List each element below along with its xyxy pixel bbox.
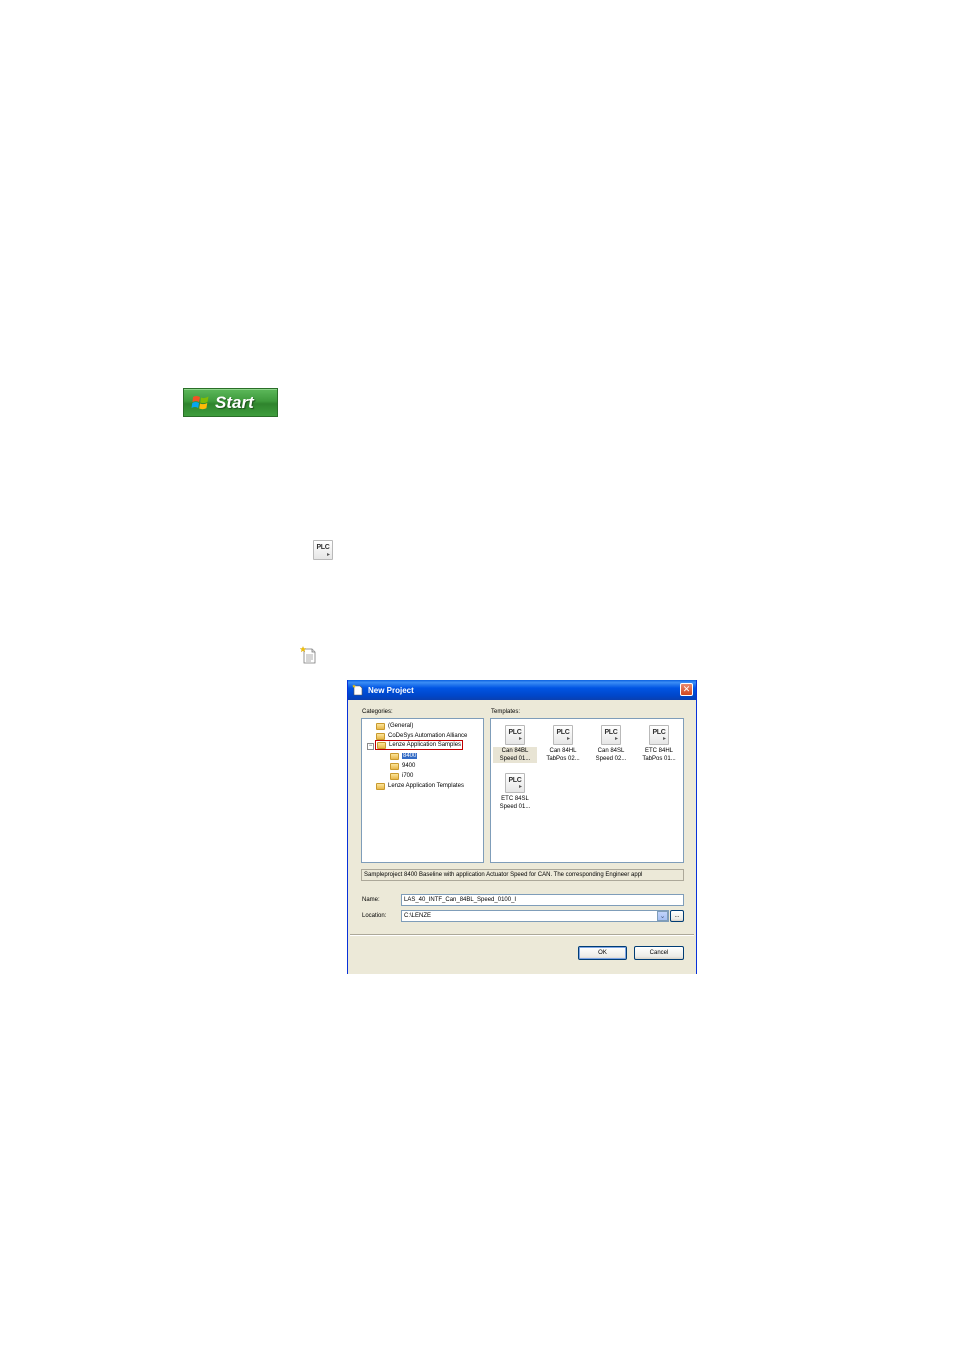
dialog-titlebar[interactable]: New Project ✕: [348, 680, 696, 700]
location-combobox[interactable]: C:\LENZE: [401, 910, 669, 922]
new-project-dialog: New Project ✕ Categories: Templates: (Ge…: [347, 680, 697, 974]
plc-icon: PLC ▸: [601, 725, 621, 745]
categories-tree[interactable]: (General) CoDeSys Automation Alliance − …: [361, 718, 484, 863]
folder-icon: [376, 782, 385, 790]
location-dropdown-button[interactable]: ⌄: [657, 911, 668, 921]
plc-icon: PLC ▸: [313, 540, 333, 560]
start-label: Start: [215, 392, 254, 412]
template-can-84bl-speed[interactable]: PLC ▸ Can 84BL Speed 01...: [493, 725, 537, 763]
folder-icon: [376, 732, 385, 740]
tree-item-i700[interactable]: i700: [390, 771, 413, 781]
collapse-icon[interactable]: −: [367, 743, 374, 750]
cancel-button[interactable]: Cancel: [634, 946, 684, 960]
templates-panel[interactable]: PLC ▸ Can 84BL Speed 01... PLC ▸ Can 84HL Ta…: [490, 718, 684, 863]
folder-icon: [390, 772, 399, 780]
tree-item-general[interactable]: (General): [376, 721, 413, 731]
chevron-down-icon: ⌄: [659, 913, 666, 920]
template-etc-84sl-speed[interactable]: PLC ▸ ETC 84SL Speed 01...: [493, 773, 537, 811]
location-label: Location:: [362, 913, 387, 919]
folder-icon: [376, 722, 385, 730]
tree-item-9400[interactable]: 9400: [390, 761, 415, 771]
tree-item-lenze-templates[interactable]: Lenze Application Templates: [376, 781, 464, 791]
plc-icon: PLC ▸: [553, 725, 573, 745]
name-input[interactable]: LAS_40_INTF_Can_84BL_Speed_0100_I: [401, 894, 684, 906]
name-label: Name:: [362, 897, 380, 903]
tree-item-8400[interactable]: 8400: [390, 751, 418, 761]
ok-button[interactable]: OK: [578, 946, 627, 960]
template-can-84sl-speed[interactable]: PLC ▸ Can 84SL Speed 02...: [589, 725, 633, 763]
template-etc-84hl-tabpos[interactable]: PLC ▸ ETC 84HL TabPos 01...: [637, 725, 681, 763]
plc-icon: PLC ▸: [505, 773, 525, 793]
windows-logo-icon: [191, 395, 209, 409]
close-icon: ✕: [682, 684, 691, 694]
browse-button[interactable]: ...: [670, 910, 684, 922]
plc-icon: PLC ▸: [505, 725, 525, 745]
categories-label: Categories:: [362, 709, 393, 715]
templates-label: Templates:: [491, 709, 521, 715]
plc-icon: PLC ▸: [649, 725, 669, 745]
new-project-icon: [352, 684, 363, 696]
dialog-title: New Project: [368, 685, 414, 695]
description-field: Sampleproject 8400 Baseline with applica…: [361, 869, 684, 881]
new-document-icon: [300, 646, 316, 664]
folder-icon: [390, 752, 399, 760]
template-can-84hl-tabpos[interactable]: PLC ▸ Can 84HL TabPos 02...: [541, 725, 585, 763]
start-button[interactable]: Start: [183, 388, 278, 417]
close-button[interactable]: ✕: [680, 683, 693, 696]
folder-icon: [390, 762, 399, 770]
dialog-separator: [350, 934, 694, 936]
folder-open-icon: [377, 741, 386, 749]
tree-item-lenze-samples[interactable]: Lenze Application Samples: [375, 740, 464, 750]
